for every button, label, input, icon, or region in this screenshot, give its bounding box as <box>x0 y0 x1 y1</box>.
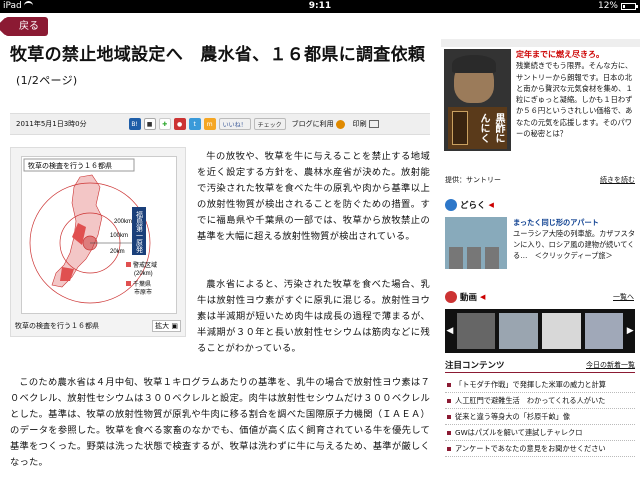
top-nav: 戻る <box>0 13 640 39</box>
prev-arrow-icon[interactable]: ◀ <box>445 326 455 336</box>
sidebar: 黒酢にんにく 定年までに燃え尽きろ。 残業続きでもう限界。そんな方に、サントリー… <box>441 39 640 480</box>
page-indicator: (1/2ページ) <box>16 74 78 87</box>
print-button[interactable]: 印刷 <box>353 119 379 129</box>
bullet-icon <box>447 446 451 451</box>
dropdown-icon <box>335 119 345 129</box>
dorakiu-item-body: ユーラシア大陸の列車旅。カザフスタンに入り、ロシア風の建物が続いてくる… ＜クリ… <box>513 229 636 260</box>
facebook-like-button[interactable]: いいね！ <box>218 118 251 130</box>
ad-image[interactable]: 黒酢にんにく <box>444 49 511 151</box>
bullet-icon <box>447 382 451 387</box>
ad-hair <box>452 55 496 73</box>
article-paragraph: 牛の放牧や、牧草を牛に与えることを禁止する地域を近く設定する方針を、農林水産省が… <box>197 151 430 242</box>
map-title: 牧草の検査を行う１６都県 <box>28 161 112 170</box>
chiba-label: 千葉県 <box>133 280 151 288</box>
video-thumbnail[interactable] <box>584 313 624 349</box>
radius-20-label: 20km <box>110 249 125 255</box>
figure-caption: 牧草の検査を行う１６都県 <box>15 322 99 330</box>
caret-icon: ◀ <box>480 293 486 301</box>
bullet-icon <box>447 430 451 435</box>
article-date: 2011年5月1日3時0分 <box>16 120 87 128</box>
apartment-building <box>449 247 463 269</box>
back-button[interactable]: 戻る <box>5 17 48 36</box>
dorakiu-header[interactable]: どらく ◀ <box>441 197 640 213</box>
radius-100-label: 100km <box>110 233 128 239</box>
suntory-ad[interactable]: 黒酢にんにく 定年までに燃え尽きろ。 残業続きでもう限界。そんな方に、サントリー… <box>444 49 634 157</box>
clock: 9:11 <box>308 1 332 11</box>
printer-icon <box>368 120 379 128</box>
plant-label: 福島第一原発 <box>136 210 144 254</box>
topic-item[interactable]: アンケートであなたの意見をお聞かせください <box>445 441 635 457</box>
video-header[interactable]: 動画 ◀ 一覧へ <box>441 289 640 305</box>
buzzurl-icon[interactable]: ● <box>173 118 186 130</box>
ad-product: 黒酢にんにく <box>448 107 507 149</box>
product-label: 黒酢にんにく <box>478 113 504 143</box>
topic-item[interactable]: 人工肛門で避難生活 わかってくれる人がいた <box>445 393 635 409</box>
next-arrow-icon[interactable]: ▶ <box>625 326 635 336</box>
video-carousel: ◀ ▶ <box>445 309 635 353</box>
apartment-building <box>485 247 499 269</box>
video-icon <box>445 291 457 303</box>
article-meta-bar: 2011年5月1日3時0分 B! ■ ✚ ● t m いいね！ チェック ブログ… <box>10 113 430 135</box>
read-more-link[interactable]: 続きを読む <box>600 175 635 185</box>
radius-200-label: 200km <box>114 219 132 225</box>
twitter-icon[interactable]: t <box>188 118 201 130</box>
blog-use-button[interactable]: ブログに利用 <box>292 119 345 129</box>
dorakiu-icon <box>445 199 457 211</box>
bullet-icon <box>447 414 451 419</box>
ad-body: 残業続きでもう限界。そんな方に、サントリーから朗報です。日本の北と南から贅沢な元… <box>516 61 633 139</box>
zoom-button[interactable]: 拡大 ▣ <box>152 320 181 332</box>
dorakiu-item[interactable]: まったく同じ形のアパート ユーラシア大陸の列車旅。カザフスタンに入り、ロシア風の… <box>445 217 635 277</box>
mixi-icon[interactable]: m <box>203 118 216 130</box>
topic-item[interactable]: 従来と違う等身大の「杉原千畝」像 <box>445 409 635 425</box>
status-bar: iPad 9:11 12% <box>0 0 640 13</box>
video-thumbnail[interactable] <box>499 313 539 349</box>
topic-item[interactable]: GWはパズルを解いて連試しチャレクロ <box>445 425 635 441</box>
dorakiu-item-title: まったく同じ形のアパート <box>513 218 599 227</box>
caret-icon: ◀ <box>488 201 494 209</box>
article-paragraph: このため農水省は４月中旬、牧草１キログラムあたりの基準を、乳牛の場合で放射性ヨウ… <box>10 377 430 468</box>
article-paragraph: 農水省によると、汚染された牧草を食べた場合、乳牛は放射性ヨウ素がすぐに原乳に混じ… <box>197 279 430 354</box>
apartment-building <box>467 247 481 269</box>
ichihara-label: 市原市 <box>134 288 152 296</box>
battery-status: 12% <box>598 0 638 13</box>
video-thumbnail[interactable] <box>542 313 581 349</box>
ad-text[interactable]: 定年までに燃え尽きろ。 残業続きでもう限界。そんな方に、サントリーから朗報です。… <box>516 49 636 139</box>
article-main: 牧草の禁止地域設定へ 農水省、１６都県に調査依頼(1/2ページ) 2011年5月… <box>0 39 436 480</box>
video-thumbnail[interactable] <box>456 313 496 349</box>
topics-header: 注目コンテンツ 今日の新着一覧 <box>445 360 635 373</box>
ad-headline: 定年までに燃え尽きろ。 <box>516 50 604 59</box>
battery-icon <box>621 3 638 10</box>
ad-top-strip <box>441 39 640 47</box>
ad-provider[interactable]: 提供：サントリー <box>445 176 501 184</box>
video-list-link[interactable]: 一覧へ <box>613 292 634 302</box>
topics-new-link[interactable]: 今日の新着一覧 <box>586 360 635 370</box>
article-figure: 牧草の検査を行う１６都県 福島第一原発 200km 100km 20km 警戒区… <box>10 147 186 337</box>
warning-zone-label: 警戒区域 <box>133 261 157 269</box>
warning-zone-radius: (20km) <box>134 271 153 277</box>
map-image[interactable]: 牧草の検査を行う１６都県 福島第一原発 200km 100km 20km 警戒区… <box>21 156 177 314</box>
dorakiu-text[interactable]: まったく同じ形のアパート ユーラシア大陸の列車旅。カザフスタンに入り、ロシア風の… <box>513 217 637 261</box>
delicious-icon[interactable]: ■ <box>143 118 156 130</box>
livedoor-clip-icon[interactable]: ✚ <box>158 118 171 130</box>
topics-list: 「トモダチ作戦」で発揮した米軍の威力と計算 人工肛門で避難生活 わかってくれる人… <box>445 377 635 457</box>
article-title: 牧草の禁止地域設定へ 農水省、１６都県に調査依頼(1/2ページ) <box>10 45 426 87</box>
mixi-check-button[interactable]: チェック <box>253 118 286 130</box>
dorakiu-image[interactable] <box>445 217 507 269</box>
sponsor-row: 提供：サントリー 続きを読む <box>445 175 635 185</box>
topic-item[interactable]: 「トモダチ作戦」で発揮した米軍の威力と計算 <box>445 377 635 393</box>
bullet-icon <box>447 398 451 403</box>
product-can <box>452 111 468 145</box>
hatena-bookmark-icon[interactable]: B! <box>128 118 141 130</box>
